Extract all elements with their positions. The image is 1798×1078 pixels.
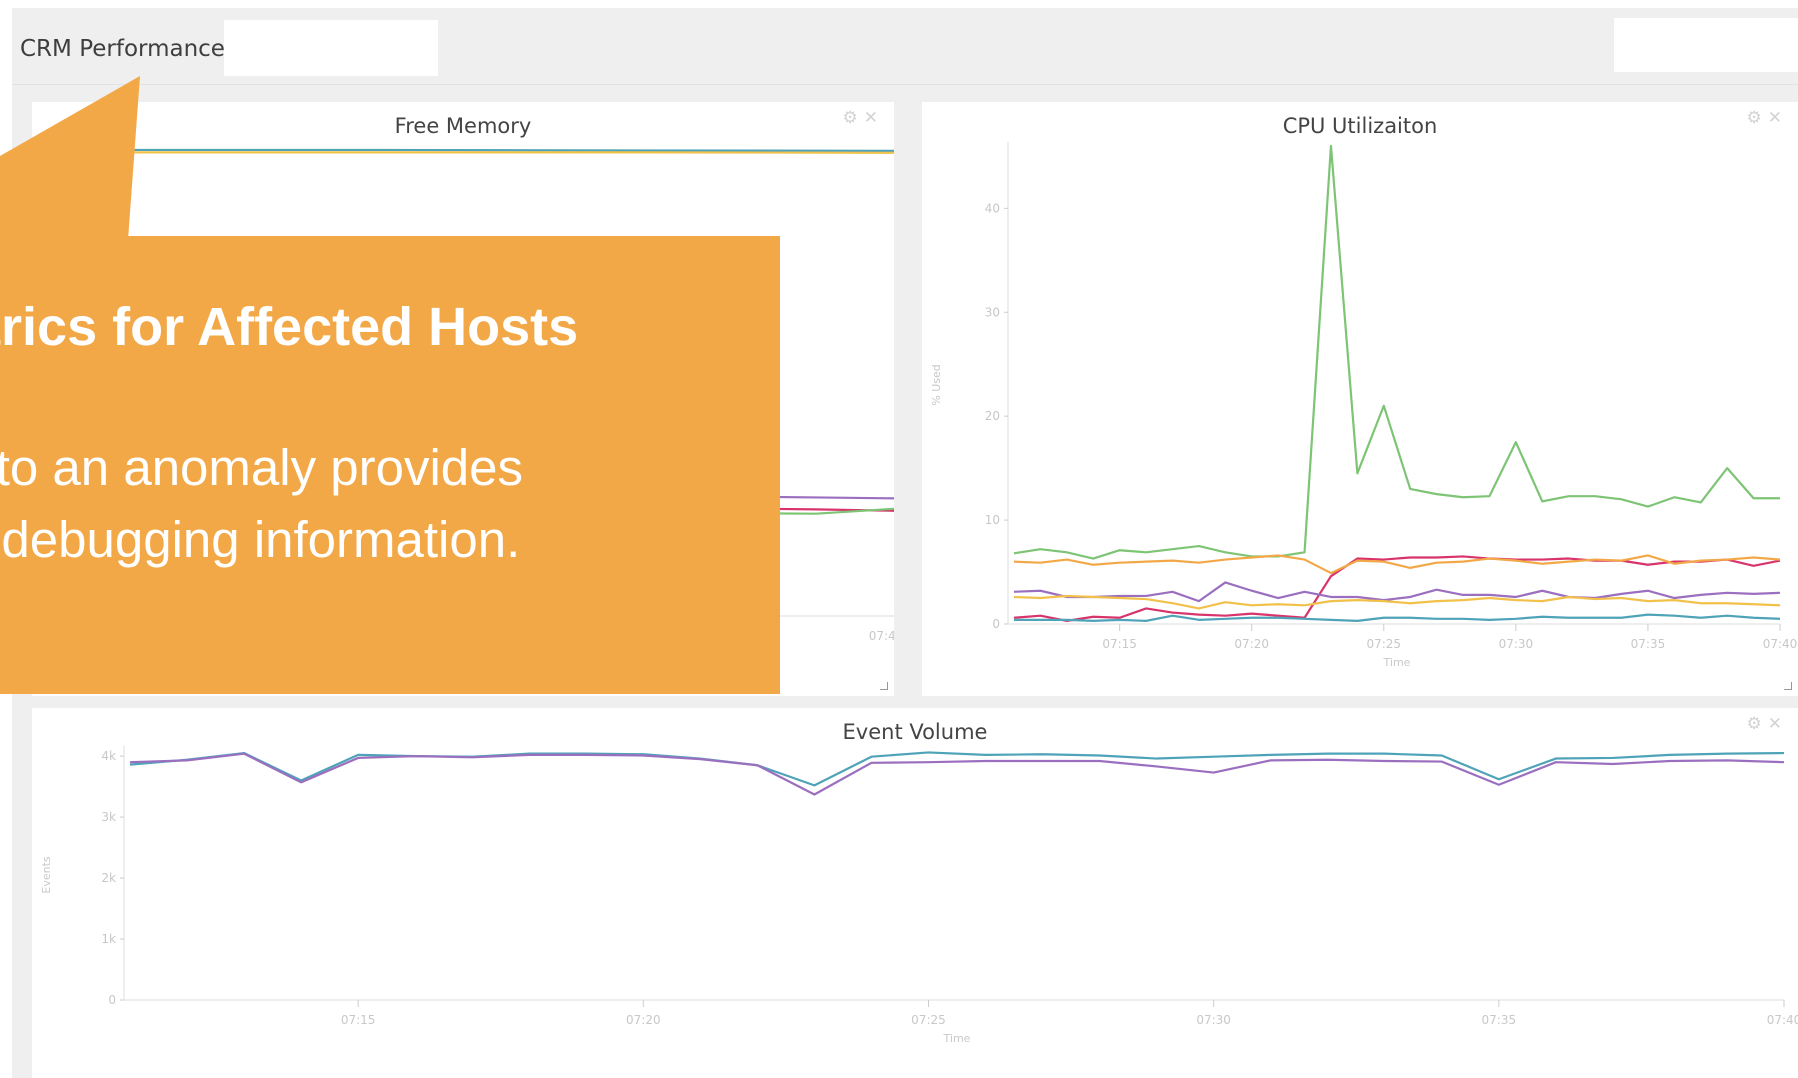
x-tick-label: 07:25 — [911, 1013, 946, 1027]
y-axis-label: Events — [40, 856, 53, 894]
x-tick-label: 07:35 — [1631, 637, 1666, 651]
callout-heading: letrics for Affected Hosts — [0, 297, 579, 357]
y-tick-label: 0 — [108, 993, 116, 1007]
search-input[interactable] — [1614, 18, 1798, 72]
x-axis-label: Time — [1383, 656, 1411, 669]
y-tick-label: 10 — [985, 513, 1000, 527]
y-tick-label: 1k — [101, 932, 116, 946]
x-tick-label: 07:15 — [1102, 637, 1137, 651]
y-tick-label: 2k — [101, 871, 116, 885]
x-tick-label: 07:40 — [1763, 637, 1798, 651]
resize-handle[interactable] — [1784, 682, 1792, 690]
cpu-utilization-chart: 0 10 20 30 40 07:15 07:20 07:25 07:30 07:35 07:40 T… — [930, 142, 1798, 669]
x-tick-label: 07:35 — [1482, 1013, 1517, 1027]
event-volume-panel: Event Volume ⚙✕ 0 1k 2k 3k 4k 07:15 07:20 07:25… — [32, 708, 1798, 1078]
y-tick-label: 4k — [101, 749, 116, 763]
resize-handle[interactable] — [880, 682, 888, 690]
y-tick-label: 20 — [985, 409, 1000, 423]
y-axis-label: % Used — [930, 364, 943, 405]
series-line — [1013, 144, 1780, 560]
callout-body-line: et of debugging information. — [0, 511, 521, 568]
dashboard-header: CRM Performance — [12, 8, 1798, 85]
y-tick-label: 3k — [101, 810, 116, 824]
x-tick-label: 07:40 — [869, 629, 894, 643]
title-input[interactable] — [224, 20, 438, 76]
y-tick-label: 30 — [985, 305, 1000, 319]
x-tick-label: 07:30 — [1196, 1013, 1231, 1027]
x-tick-label: 07:25 — [1366, 637, 1401, 651]
x-tick-label: 07:15 — [341, 1013, 376, 1027]
x-tick-label: 07:30 — [1499, 637, 1534, 651]
series-line — [129, 752, 1785, 796]
series-line — [1013, 555, 1781, 622]
x-tick-label: 07:20 — [626, 1013, 661, 1027]
y-tick-label: 0 — [992, 617, 1000, 631]
event-volume-chart: 0 1k 2k 3k 4k 07:15 07:20 07:25 07:30 07:35 07:40 T… — [40, 746, 1798, 1045]
callout-body: vn into an anomaly provides et of debugg… — [0, 432, 523, 576]
y-tick-label: 40 — [985, 201, 1000, 215]
x-tick-label: 07:20 — [1234, 637, 1269, 651]
dashboard-title: CRM Performance — [20, 36, 225, 62]
x-axis-label: Time — [943, 1032, 971, 1045]
x-tick-label: 07:40 — [1767, 1013, 1798, 1027]
callout-overlay: letrics for Affected Hosts vn into an an… — [0, 236, 780, 694]
callout-body-line: vn into an anomaly provides — [0, 439, 524, 496]
series-line — [122, 148, 894, 152]
callout-pointer — [0, 76, 140, 240]
cpu-utilization-panel: CPU Utilizaiton ⚙✕ 0 10 20 30 40 07:15 07:20 07… — [922, 102, 1798, 696]
